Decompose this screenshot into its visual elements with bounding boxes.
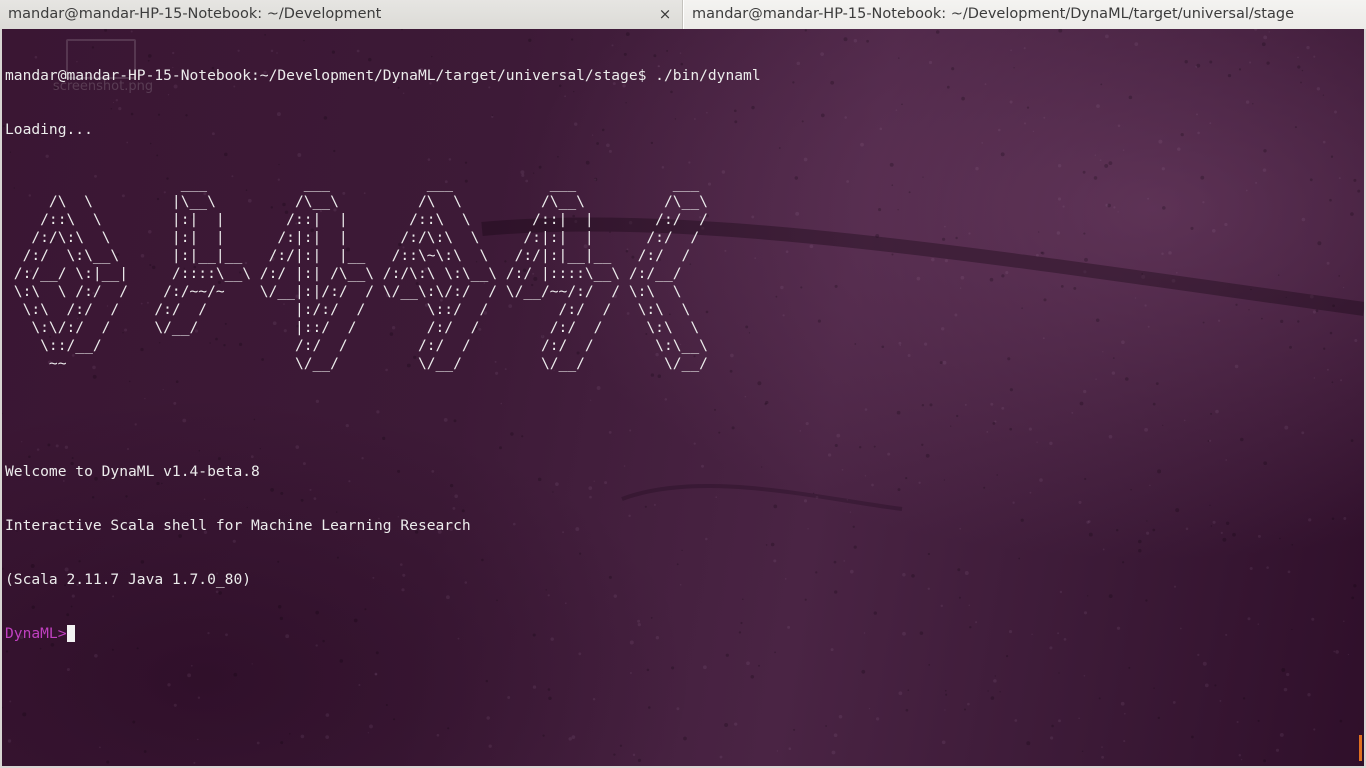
tab-bar: mandar@mandar-HP-15-Notebook: ~/Developm…	[0, 0, 1366, 29]
loading-text: Loading...	[5, 121, 93, 138]
banner-row: ~~ \/__/ \/__/ \/__/ \/__/	[5, 355, 744, 372]
dynaml-ascii-banner: ___ ___ ___ ___ ___ /\ \ |\__\ /\__\ /\ …	[5, 175, 761, 373]
prompt-label: DynaML>	[5, 625, 67, 642]
tab-title: mandar@mandar-HP-15-Notebook: ~/Developm…	[692, 6, 1294, 22]
scroll-indicator[interactable]	[1359, 735, 1362, 761]
text-cursor	[66, 625, 75, 642]
banner-row: \:\/:/ / \/__/ |::/ / /:/ / /:/ / \:\ \	[5, 319, 744, 336]
terminal-view[interactable]: screenshot.png mandar@mandar-HP-15-Noteb…	[0, 29, 1366, 768]
tab-development[interactable]: mandar@mandar-HP-15-Notebook: ~/Developm…	[0, 0, 683, 29]
command-line: mandar@mandar-HP-15-Notebook:~/Developme…	[5, 67, 761, 84]
banner-row: /:/ \:\__\ |:|__|__ /:/|:| |__ /::\~\:\ …	[5, 247, 744, 264]
banner-row: /::\ \ |:| | /::| | /::\ \ /::| | /:/ /	[5, 211, 744, 228]
banner-row: \:\ /:/ / /:/ / |:/:/ / \::/ / /:/ / \:\…	[5, 301, 744, 318]
welcome-text: Welcome to DynaML v1.4-beta.8	[5, 463, 260, 480]
close-icon[interactable]: ×	[658, 0, 672, 29]
banner-row: \::/__/ /:/ / /:/ / /:/ / \:\__\	[5, 337, 744, 354]
banner-row: \:\ \ /:/ / /:/~~/~ \/__|:|/:/ / \/__\:\…	[5, 283, 744, 300]
tab-title: mandar@mandar-HP-15-Notebook: ~/Developm…	[8, 6, 382, 22]
terminal-window: mandar@mandar-HP-15-Notebook: ~/Developm…	[0, 0, 1366, 768]
banner-row: /:/\:\ \ |:| | /:|:| | /:/\:\ \ /:|:| | …	[5, 229, 744, 246]
tab-stage[interactable]: mandar@mandar-HP-15-Notebook: ~/Developm…	[683, 0, 1366, 29]
subtitle-text: Interactive Scala shell for Machine Lear…	[5, 517, 471, 534]
banner-row: /:/__/ \:|__| /::::\__\ /:/ |:| /\__\ /:…	[5, 265, 744, 282]
prompt-line[interactable]: DynaML>	[5, 625, 761, 643]
version-text: (Scala 2.11.7 Java 1.7.0_80)	[5, 571, 252, 588]
banner-row: /\ \ |\__\ /\__\ /\ \ /\__\ /\__\	[5, 193, 744, 210]
terminal-output: mandar@mandar-HP-15-Notebook:~/Developme…	[5, 31, 761, 679]
banner-row: ___ ___ ___ ___ ___	[5, 175, 744, 192]
